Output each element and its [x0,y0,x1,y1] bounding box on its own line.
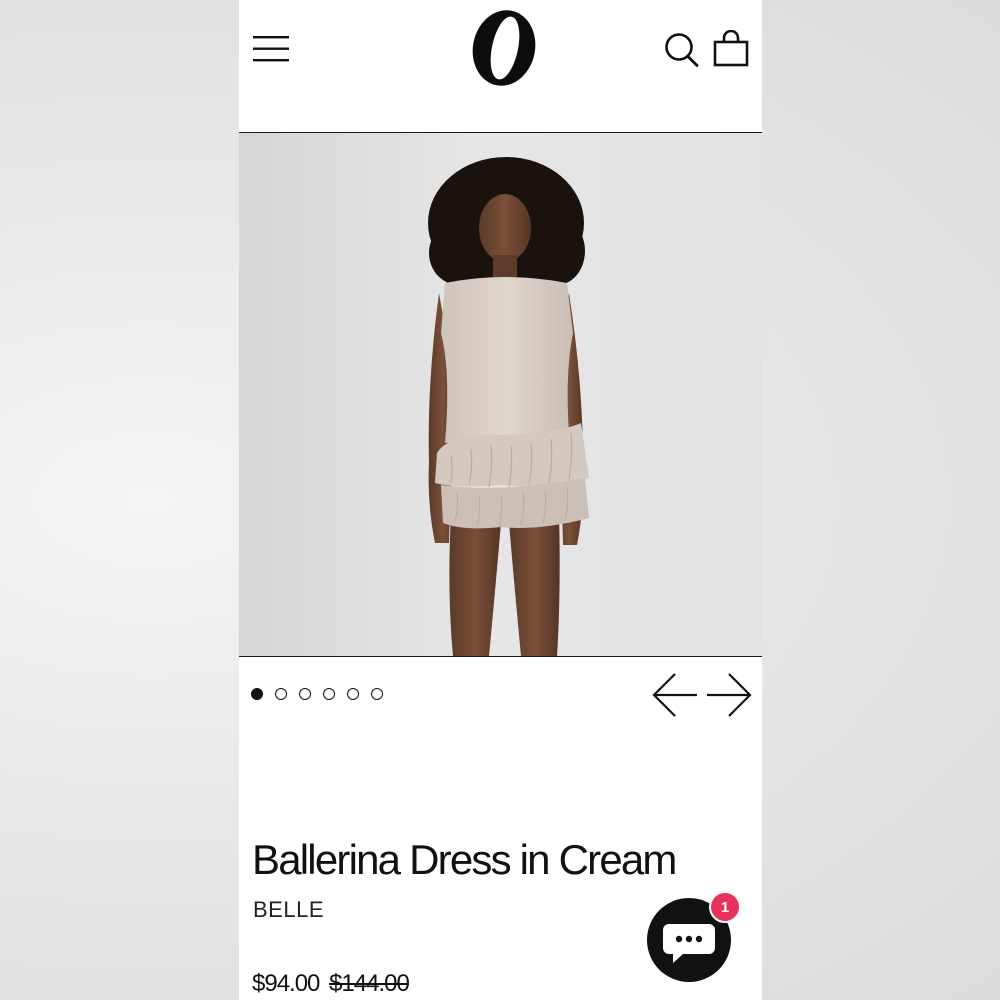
search-icon[interactable] [663,30,699,68]
mobile-storefront: Ballerina Dress in Cream BELLE $94.00 $1… [239,0,762,1000]
carousel-dot-4[interactable] [323,688,335,700]
price-row: $94.00 $144.00 [252,970,410,998]
product-image[interactable] [239,133,762,657]
brand-logo[interactable] [465,2,543,90]
compare-at-price: $144.00 [329,970,410,997]
sale-price: $94.00 [252,970,320,997]
product-title: Ballerina Dress in Cream [252,836,677,883]
hamburger-menu-icon[interactable] [253,34,289,64]
carousel-dot-1[interactable] [251,688,263,700]
arrow-left-icon[interactable] [651,672,699,718]
carousel-dot-3[interactable] [299,688,311,700]
carousel-dot-2[interactable] [275,688,287,700]
chat-unread-badge: 1 [709,891,741,923]
shopping-bag-icon[interactable] [713,30,749,68]
product-photo [239,133,762,656]
arrow-right-icon[interactable] [705,672,753,718]
product-brand[interactable]: BELLE [253,897,324,923]
site-header [239,0,762,133]
carousel-dot-5[interactable] [347,688,359,700]
carousel-dots [251,688,383,702]
carousel-dot-6[interactable] [371,688,383,700]
